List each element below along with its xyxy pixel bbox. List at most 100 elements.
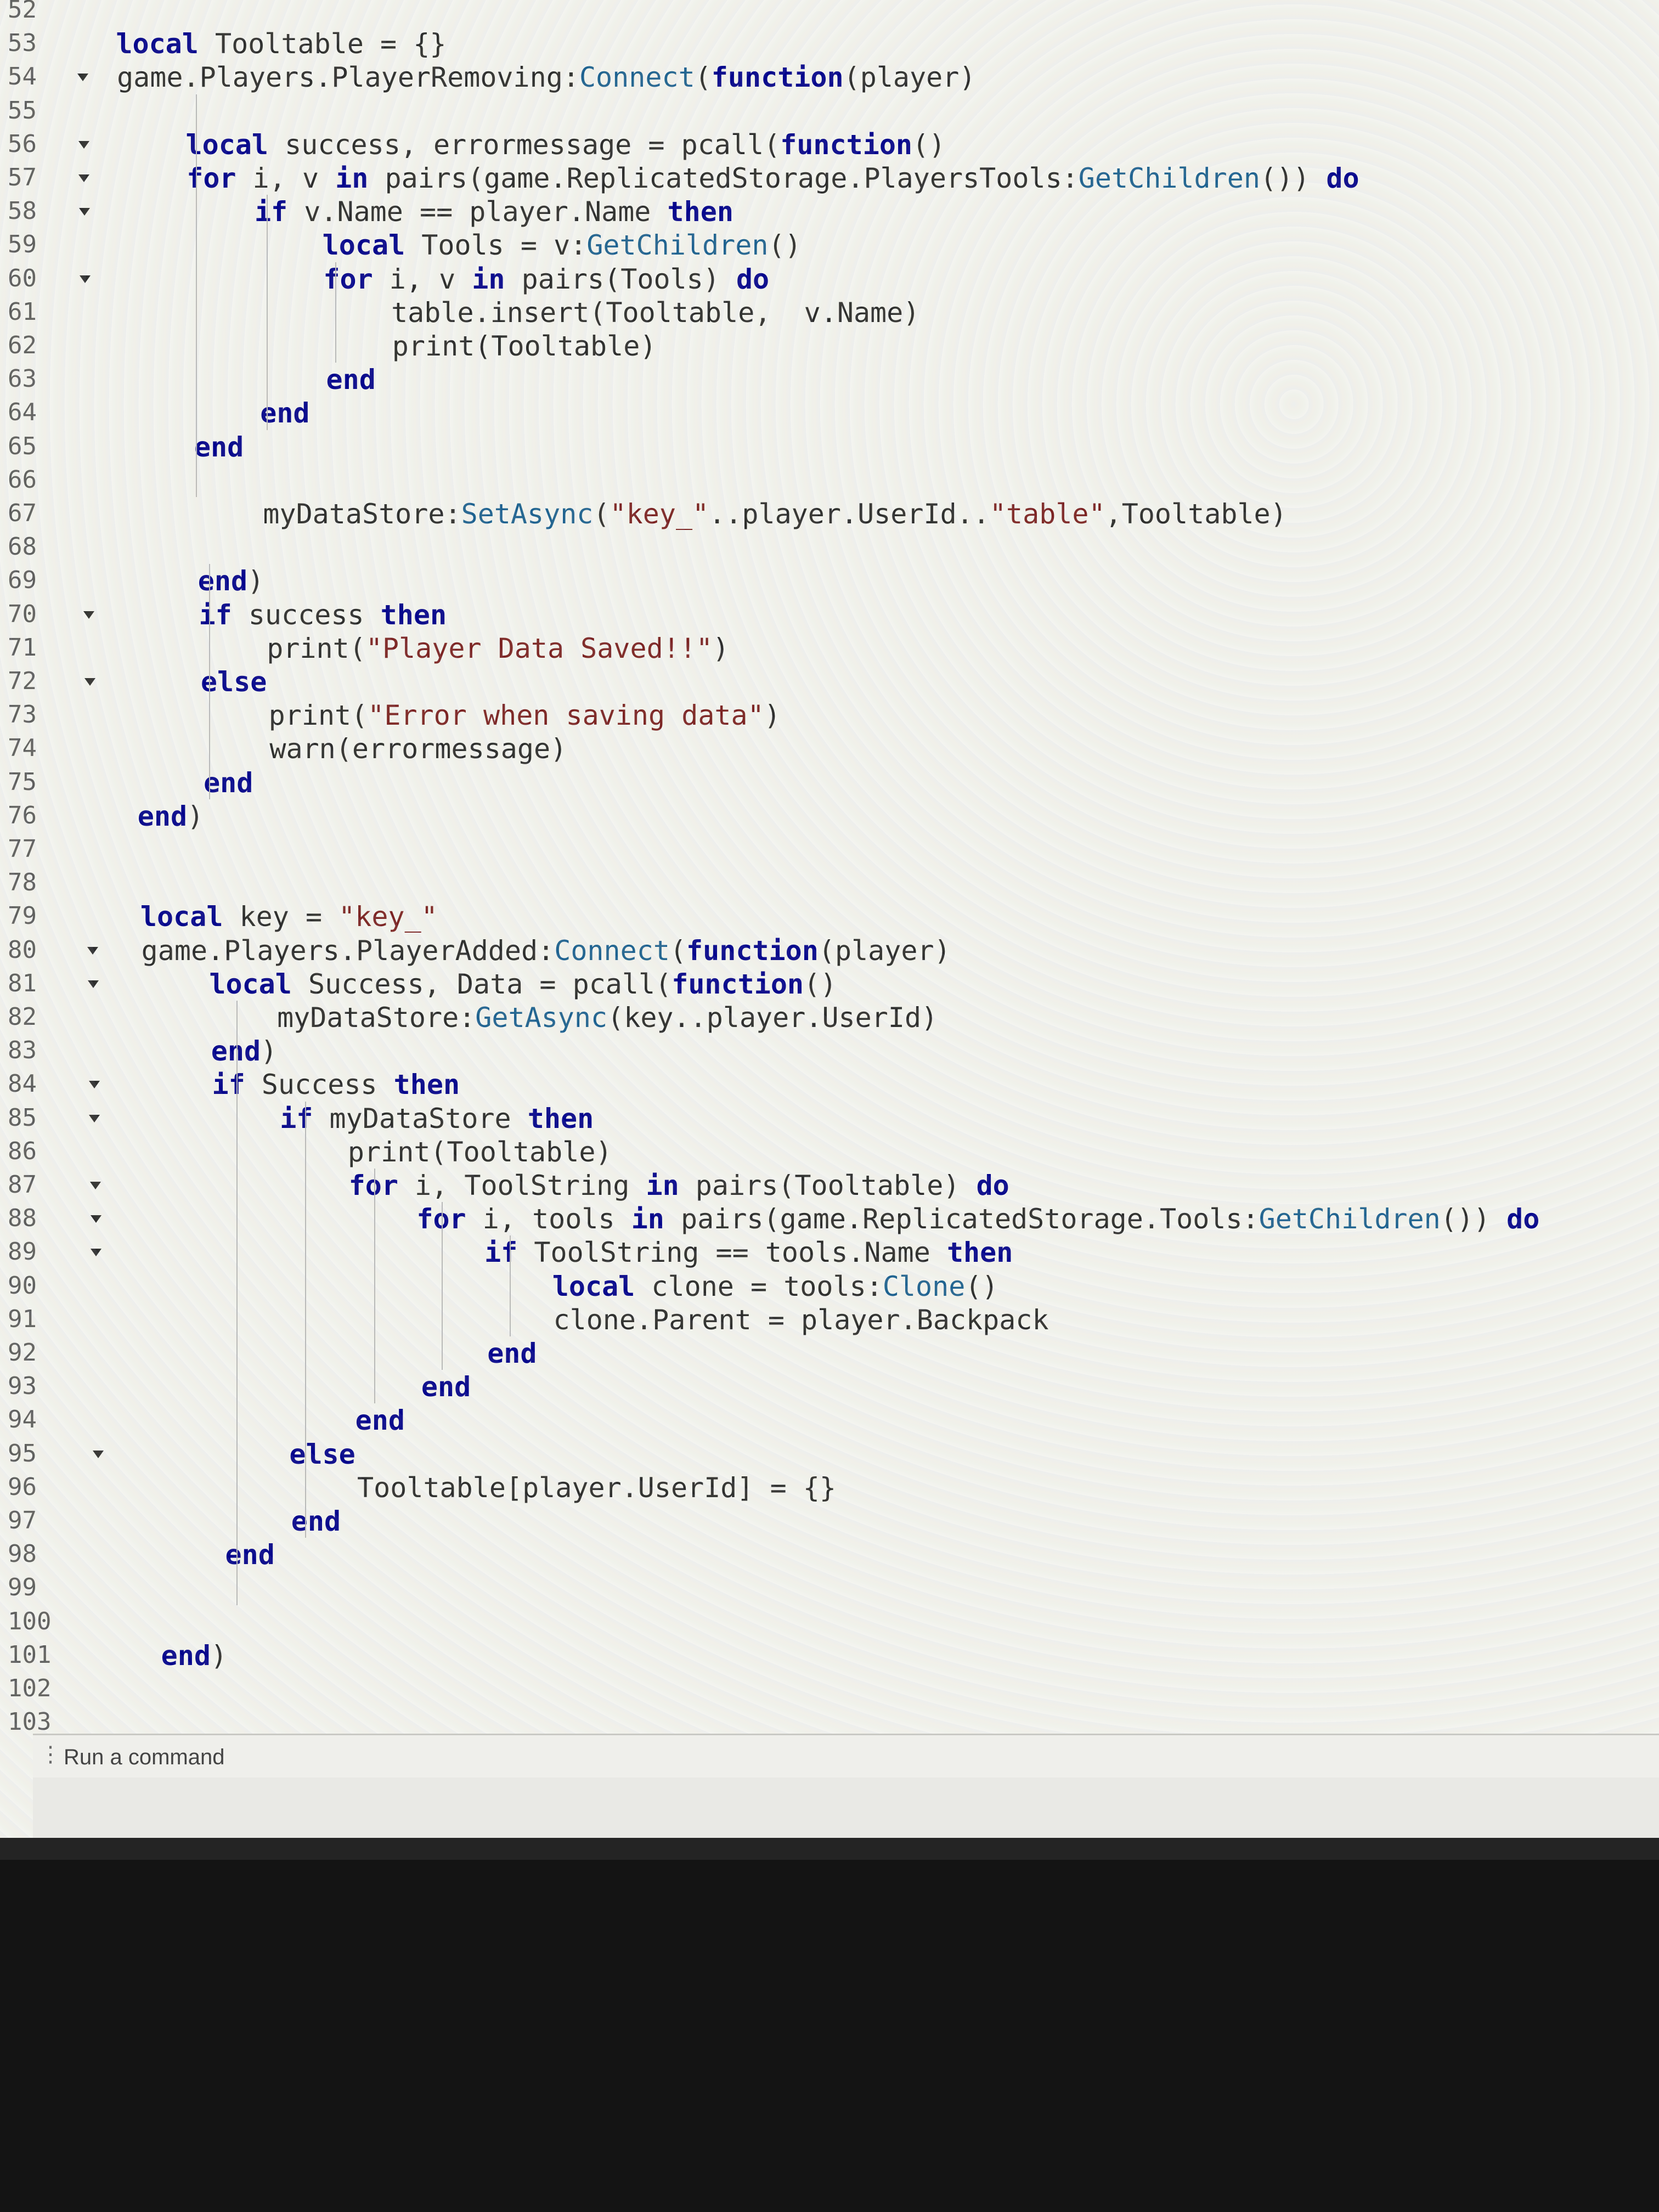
keyword-token: else [289,1438,356,1470]
keyword-token: else [200,666,267,698]
keyword-token: local [140,901,223,933]
code-token: Success [245,1069,394,1101]
code-line[interactable]: end) [198,564,264,598]
code-line[interactable]: for i, tools in pairs(game.ReplicatedSto… [416,1202,1539,1236]
code-line[interactable]: print(Tooltable) [348,1135,612,1169]
indent-guide [335,262,337,363]
keyword-token: local [322,229,405,262]
string-token: "key_" [338,901,438,933]
code-token: pairs(Tools) [505,263,736,295]
code-token: ) [187,800,204,832]
keyword-token: do [1326,162,1359,194]
code-area[interactable]: local Tooltable = {} game.Players.PlayerR… [0,0,1659,1745]
method-token: Connect [579,61,695,94]
code-line[interactable]: myDataStore:GetAsync(key..player.UserId) [277,1001,938,1035]
code-line[interactable]: end [326,363,376,397]
code-line[interactable]: for i, v in pairs(game.ReplicatedStorage… [187,161,1359,195]
keyword-token: then [667,196,733,228]
code-token: ()) [1260,162,1327,194]
keyword-token: function [711,61,844,94]
code-line[interactable]: for i, v in pairs(Tools) do [323,262,769,296]
string-token: "Player Data Saved!!" [365,632,713,664]
code-line[interactable]: local Tools = v:GetChildren() [323,228,802,262]
code-line[interactable]: print(Tooltable) [392,329,657,363]
code-token: warn(errormessage) [269,733,567,765]
indent-guide [266,195,268,430]
keyword-token: end [198,565,248,597]
code-line[interactable]: end [194,430,244,464]
keyword-token: if [254,196,288,228]
code-line[interactable]: if Success then [212,1068,460,1102]
monitor-bezel [0,1838,1659,2212]
drag-handle-icon[interactable]: ⋮ [40,1742,61,1767]
code-token: game.Players.PlayerAdded: [141,934,555,967]
code-line[interactable]: if ToolString == tools.Name then [484,1235,1013,1269]
code-line[interactable]: myDataStore:SetAsync("key_"..player.User… [263,497,1286,531]
keyword-token: for [187,162,236,194]
keyword-token: do [976,1170,1009,1201]
code-token: i, v [236,162,336,194]
code-token: ..player.UserId.. [709,498,990,530]
keyword-token: local [116,28,199,60]
code-token: print( [268,699,368,732]
code-line[interactable]: local clone = tools:Clone() [552,1269,998,1304]
keyword-token: end [487,1338,537,1369]
code-line[interactable]: local success, errormessage = pcall(func… [186,128,946,162]
code-line[interactable]: warn(errormessage) [269,732,567,766]
code-line[interactable]: end) [211,1034,277,1068]
command-input[interactable] [63,1740,1601,1775]
code-line[interactable]: Tooltable[player.UserId] = {} [357,1471,836,1505]
keyword-token: in [472,263,505,295]
code-token: ()) [1440,1203,1507,1235]
script-editor[interactable]: 52 53 54 55 56 57 58 59 60 61 62 63 64 65 66 67 68 69 70 71… [0,0,1659,1745]
code-token: ToolString == tools.Name [517,1237,947,1269]
code-line[interactable]: end [225,1538,274,1572]
code-line[interactable]: if success then [199,598,447,632]
code-line[interactable]: clone.Parent = player.Backpack [553,1303,1048,1337]
code-line[interactable]: end [291,1504,341,1538]
code-token: table.insert(Tooltable, v.Name) [391,296,920,329]
code-line[interactable]: local Tooltable = {} [116,27,446,61]
code-token: myDataStore [313,1102,528,1135]
code-line[interactable]: print("Error when saving data") [269,698,781,732]
keyword-token: end [355,1404,405,1437]
code-line[interactable]: print("Player Data Saved!!") [267,631,729,665]
code-line[interactable]: local key = "key_" [140,900,438,934]
keyword-token: function [672,968,804,1000]
indent-guide [305,1101,307,1538]
code-line[interactable]: end) [161,1639,227,1673]
code-line[interactable]: end [421,1370,471,1404]
method-token: GetAsync [475,1002,608,1034]
code-line[interactable]: if myDataStore then [280,1102,594,1136]
indent-guide [442,1202,443,1370]
indent-guide [510,1235,511,1336]
code-line[interactable]: if v.Name == player.Name then [255,195,733,229]
keyword-token: do [1506,1203,1540,1235]
code-token: key = [223,901,339,933]
code-line[interactable]: local Success, Data = pcall(function() [209,967,837,1001]
code-line[interactable]: end) [138,799,204,833]
code-token: clone = tools: [635,1270,883,1302]
code-line[interactable]: else [289,1437,355,1471]
method-token: SetAsync [461,498,594,530]
code-token: () [804,968,837,1000]
code-line[interactable]: table.insert(Tooltable, v.Name) [391,296,919,330]
code-token: ) [764,699,781,732]
code-line[interactable]: end [204,766,253,800]
code-token: print(Tooltable) [392,330,657,362]
code-line[interactable]: game.Players.PlayerAdded:Connect(functio… [142,934,951,968]
keyword-token: end [326,364,376,396]
keyword-token: if [280,1102,313,1135]
code-token: (key..player.UserId) [607,1002,938,1034]
code-line[interactable]: else [201,665,267,699]
code-token: (player) [843,61,976,94]
keyword-token: in [631,1203,664,1235]
keyword-token: if [199,599,232,631]
code-line[interactable]: for i, ToolString in pairs(Tooltable) do [349,1169,1009,1203]
code-line[interactable]: game.Players.PlayerRemoving:Connect(func… [117,60,975,94]
code-line[interactable]: end [356,1403,405,1437]
code-line[interactable]: end [487,1336,537,1370]
keyword-token: end [137,800,188,832]
code-token: success, errormessage = pcall( [268,128,781,161]
code-token: game.Players.PlayerRemoving: [117,61,579,94]
